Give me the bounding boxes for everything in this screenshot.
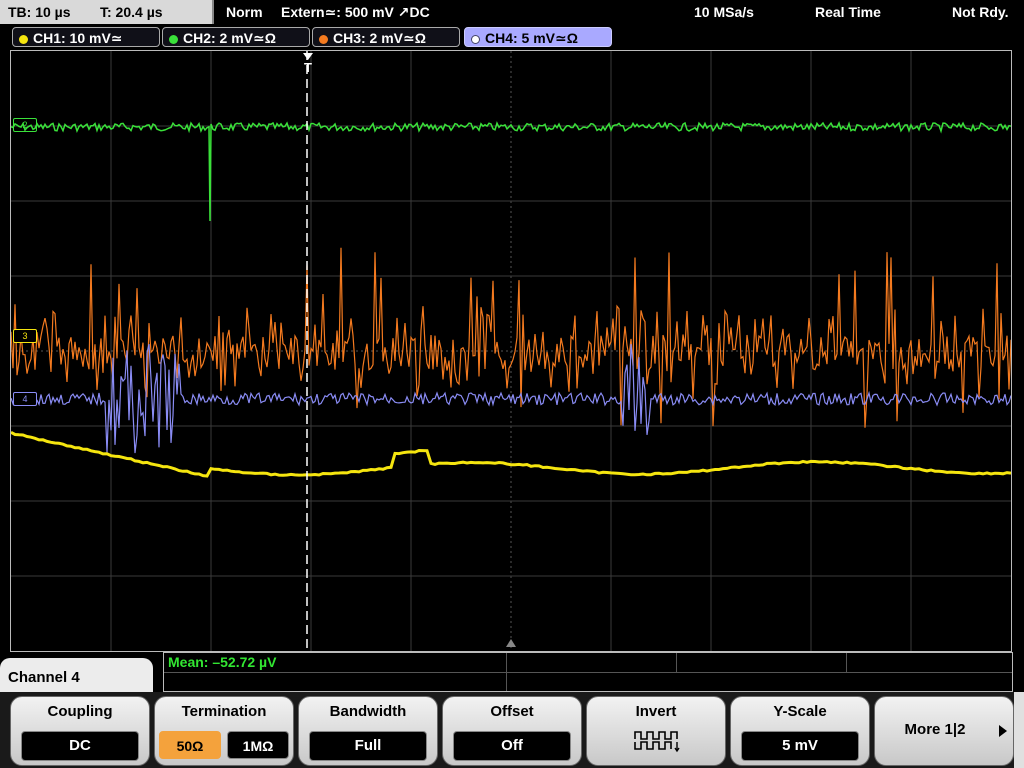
next-page-icon (999, 725, 1007, 737)
graticule-grid (11, 51, 1011, 651)
offset-label: Offset (490, 703, 534, 720)
ch1-color-dot (19, 35, 28, 44)
ch3-ground-marker[interactable]: 3 (13, 329, 37, 343)
waveform-display[interactable]: 2 3 4 T (10, 50, 1012, 652)
invert-label: Invert (635, 703, 677, 720)
tab-ch3[interactable]: CH3: 2 mV≃Ω (312, 27, 460, 47)
bandwidth-label: Bandwidth (329, 703, 407, 720)
offset-value[interactable]: Off (453, 731, 571, 761)
bandwidth-softkey[interactable]: Bandwidth Full (298, 696, 438, 766)
termination-label: Termination (181, 703, 267, 720)
waveform-ch1 (11, 430, 1011, 478)
ch2-color-dot (169, 35, 178, 44)
ch4-ground-marker[interactable]: 4 (13, 392, 37, 406)
trigger-source[interactable]: Extern≃: 500 mV ↗DC (281, 0, 430, 24)
mean-measurement: Mean: –52.72 µV (168, 654, 277, 670)
coupling-label: Coupling (47, 703, 113, 720)
coupling-value[interactable]: DC (21, 731, 139, 761)
ch2-ground-marker[interactable]: 2 (13, 118, 37, 132)
tab-ch1[interactable]: CH1: 10 mV≃ (12, 27, 160, 47)
yscale-value[interactable]: 5 mV (741, 731, 859, 761)
invert-softkey[interactable]: Invert (586, 696, 726, 766)
tab-ch2-label: CH2: 2 mV≃Ω (183, 30, 276, 46)
bandwidth-value[interactable]: Full (309, 731, 427, 761)
meas-divider-v (506, 653, 507, 691)
ch3-color-dot (319, 35, 328, 44)
trigger-marker-label: T (304, 60, 312, 75)
termination-softkey[interactable]: Termination 50Ω 1MΩ (154, 696, 294, 766)
meas-divider-v2 (676, 653, 677, 672)
more-softkey[interactable]: More 1|2 (874, 696, 1014, 766)
timebase-box[interactable]: TB: 10 µs T: 20.4 µs (0, 0, 214, 24)
tab-ch4-label: CH4: 5 mV≃Ω (485, 30, 578, 46)
termination-1m-option[interactable]: 1MΩ (227, 731, 289, 759)
termination-50-option[interactable]: 50Ω (159, 731, 221, 759)
acquisition-mode: Real Time (815, 4, 881, 20)
trigger-mode[interactable]: Norm (226, 0, 263, 24)
trigger-time-value: T: 20.4 µs (100, 4, 163, 20)
offset-softkey[interactable]: Offset Off (442, 696, 582, 766)
trigger-arrow-icon (303, 53, 313, 60)
tab-ch3-label: CH3: 2 mV≃Ω (333, 30, 426, 46)
horizontal-position-icon (506, 639, 516, 647)
tab-ch4[interactable]: CH4: 5 mV≃Ω (464, 27, 612, 47)
yscale-label: Y-Scale (773, 703, 827, 720)
trigger-marker-icon[interactable]: T (301, 53, 315, 77)
sample-rate: 10 MSa/s (694, 4, 754, 20)
tab-ch1-label: CH1: 10 mV≃ (33, 30, 123, 46)
yscale-softkey[interactable]: Y-Scale 5 mV (730, 696, 870, 766)
side-edge (1014, 692, 1024, 768)
meas-divider-v3 (846, 653, 847, 672)
more-label: More 1|2 (904, 721, 966, 738)
run-status: Not Rdy. (952, 4, 1009, 20)
measurement-bar (163, 652, 1013, 692)
meas-divider (164, 672, 1012, 673)
invert-waveform-icon (634, 731, 680, 753)
coupling-softkey[interactable]: Coupling DC (10, 696, 150, 766)
ch4-color-dot (471, 35, 480, 44)
timebase-value: TB: 10 µs (8, 4, 71, 20)
tab-ch2[interactable]: CH2: 2 mV≃Ω (162, 27, 310, 47)
waveform-canvas (11, 51, 1011, 651)
